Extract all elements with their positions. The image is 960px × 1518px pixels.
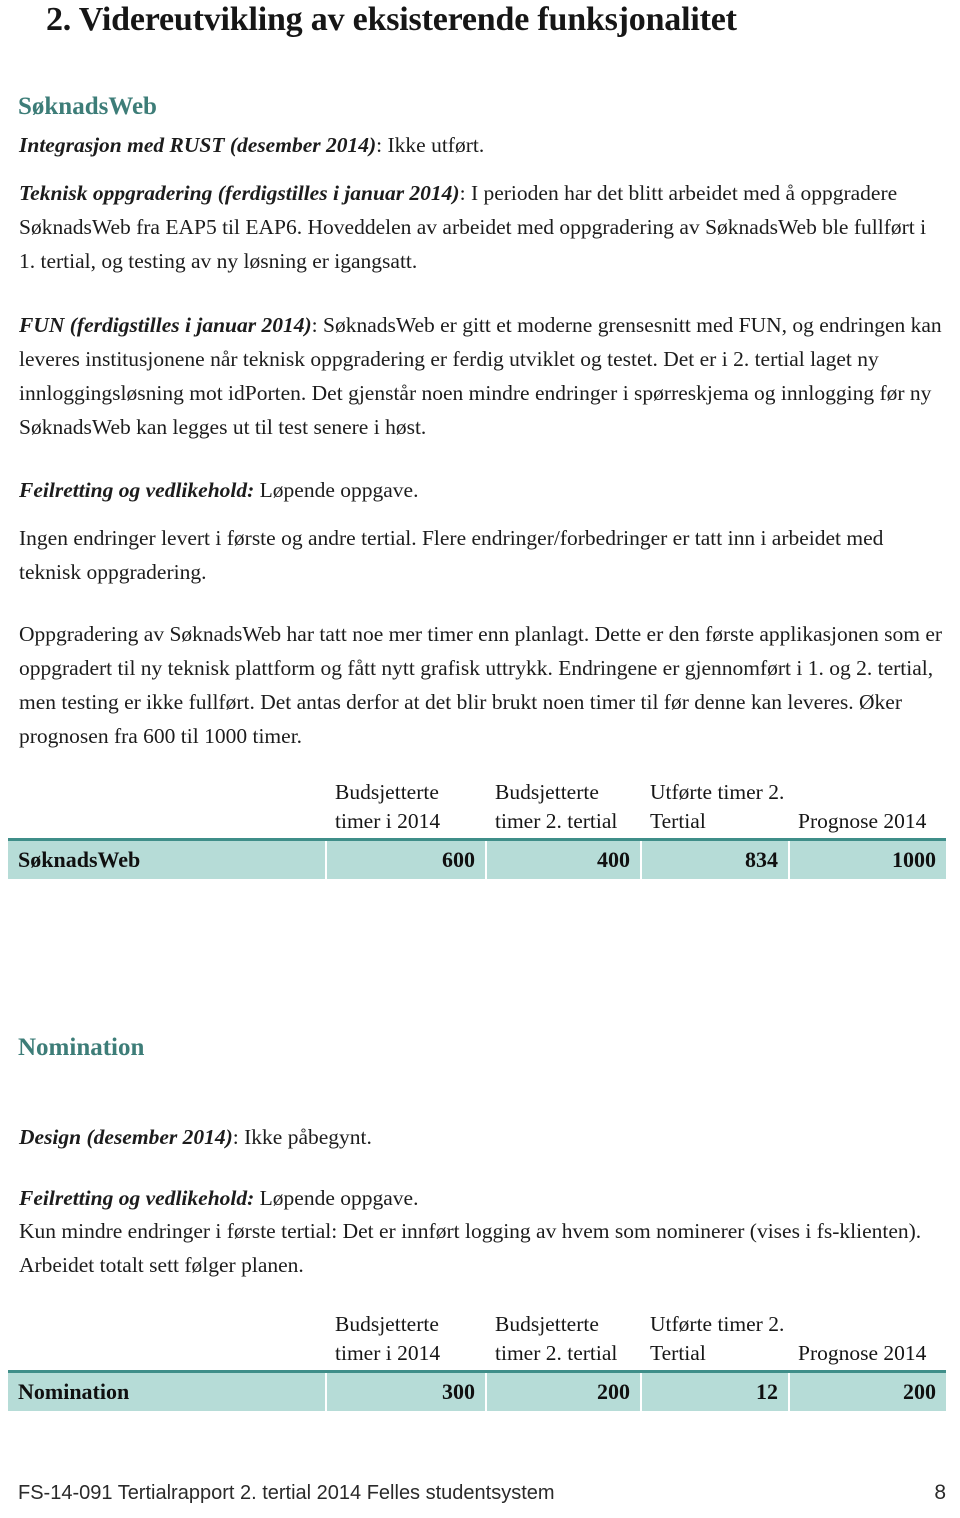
cell-prognose: 1000 bbox=[789, 838, 946, 879]
table-body: Nomination 300 200 12 200 bbox=[8, 1370, 946, 1411]
paragraph-design: Design (desember 2014): Ikke påbegynt. bbox=[19, 1120, 945, 1154]
cell-budsjetterte-2tertial: 200 bbox=[486, 1370, 642, 1411]
cell-budsjetterte-2014: 600 bbox=[326, 838, 487, 879]
paragraph-feilretting-nomination: Feilretting og vedlikehold: Løpende oppg… bbox=[19, 1181, 945, 1215]
section-heading-soknadsweb: SøknadsWeb bbox=[18, 93, 157, 120]
paragraph-lead-fun: FUN (ferdigstilles i januar 2014) bbox=[19, 313, 312, 337]
table-row: Nomination 300 200 12 200 bbox=[8, 1370, 946, 1411]
paragraph-fun: FUN (ferdigstilles i januar 2014): Søkna… bbox=[19, 308, 945, 444]
paragraph-ingen-endringer: Ingen endringer levert i første og andre… bbox=[19, 526, 884, 584]
paragraph-lead-integrasjon: Integrasjon med RUST (desember 2014) bbox=[19, 133, 377, 157]
paragraph-body-feilretting: Løpende oppgave. bbox=[254, 478, 419, 502]
cell-budsjetterte-2tertial: 400 bbox=[486, 838, 642, 879]
paragraph-teknisk-oppgradering: Teknisk oppgradering (ferdigstilles i ja… bbox=[19, 176, 945, 278]
table-header: Budsjetterte timer i 2014 Budsjetterte t… bbox=[8, 1310, 946, 1372]
page-footer: FS-14-091 Tertialrapport 2. tertial 2014… bbox=[18, 1480, 946, 1506]
section-heading-nomination: Nomination bbox=[18, 1034, 145, 1061]
column-header-budsjetterte-2014: Budsjetterte timer i 2014 bbox=[326, 1310, 486, 1372]
paragraph-lead-feilretting: Feilretting og vedlikehold: bbox=[19, 478, 255, 502]
cell-budsjetterte-2014: 300 bbox=[326, 1370, 487, 1411]
table-body: SøknadsWeb 600 400 834 1000 bbox=[8, 838, 946, 879]
paragraph-lead-design: Design (desember 2014) bbox=[19, 1125, 233, 1149]
hours-table-soknadsweb: Budsjetterte timer i 2014 Budsjetterte t… bbox=[8, 778, 946, 879]
paragraph-feilretting-soknadsweb: Feilretting og vedlikehold: Løpende oppg… bbox=[19, 473, 945, 507]
footer-text: FS-14-091 Tertialrapport 2. tertial 2014… bbox=[18, 1482, 555, 1504]
column-header-budsjetterte-2tertial: Budsjetterte timer 2. tertial bbox=[486, 778, 641, 840]
paragraph-oppgradering-kommentar: Oppgradering av SøknadsWeb har tatt noe … bbox=[19, 622, 943, 748]
cell-row-label: SøknadsWeb bbox=[8, 838, 327, 879]
hours-table-nomination: Budsjetterte timer i 2014 Budsjetterte t… bbox=[8, 1310, 946, 1411]
paragraph-body-design: : Ikke påbegynt. bbox=[232, 1125, 372, 1149]
column-header-prognose: Prognose 2014 bbox=[789, 1310, 946, 1372]
cell-prognose: 200 bbox=[789, 1370, 946, 1411]
paragraph-body-feilretting-nomination: Løpende oppgave. bbox=[254, 1186, 419, 1210]
column-header-utforte-timer: Utførte timer 2. Tertial bbox=[641, 1310, 789, 1372]
paragraph-body-integrasjon: : Ikke utført. bbox=[376, 133, 485, 157]
column-header-budsjetterte-2tertial: Budsjetterte timer 2. tertial bbox=[486, 1310, 641, 1372]
page-title: 2. Videreutvikling av eksisterende funks… bbox=[46, 1, 737, 38]
column-header-prognose: Prognose 2014 bbox=[789, 778, 946, 840]
table-header: Budsjetterte timer i 2014 Budsjetterte t… bbox=[8, 778, 946, 840]
cell-utforte-timer: 834 bbox=[641, 838, 790, 879]
cell-utforte-timer: 12 bbox=[641, 1370, 790, 1411]
paragraph-lead-teknisk: Teknisk oppgradering (ferdigstilles i ja… bbox=[19, 181, 460, 205]
paragraph-integrasjon: Integrasjon med RUST (desember 2014): Ik… bbox=[19, 128, 945, 162]
column-header-name bbox=[8, 778, 326, 840]
document-page: 2. Videreutvikling av eksisterende funks… bbox=[0, 0, 960, 1518]
table-header-row: Budsjetterte timer i 2014 Budsjetterte t… bbox=[8, 778, 946, 840]
column-header-utforte-timer: Utførte timer 2. Tertial bbox=[641, 778, 789, 840]
paragraph-kun-mindre-endringer: Kun mindre endringer i første tertial: D… bbox=[19, 1219, 922, 1277]
column-header-name bbox=[8, 1310, 326, 1372]
column-header-budsjetterte-2014: Budsjetterte timer i 2014 bbox=[326, 778, 486, 840]
paragraph-lead-feilretting-nomination: Feilretting og vedlikehold: bbox=[19, 1186, 255, 1210]
table-row: SøknadsWeb 600 400 834 1000 bbox=[8, 838, 946, 879]
table-header-row: Budsjetterte timer i 2014 Budsjetterte t… bbox=[8, 1310, 946, 1372]
cell-row-label: Nomination bbox=[8, 1370, 327, 1411]
footer-page-number: 8 bbox=[934, 1481, 946, 1504]
